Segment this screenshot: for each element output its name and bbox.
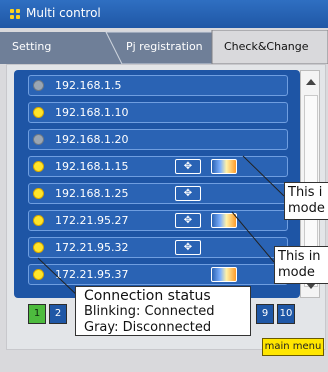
tab-setting[interactable]: Setting [0, 30, 112, 64]
page-button-10[interactable]: 10 [277, 304, 295, 324]
projector-ip-address: 172.21.95.27 [55, 214, 129, 227]
window-title: Multi control [26, 6, 101, 20]
mode-indicator-icon[interactable] [211, 159, 237, 174]
connection-status-icon [33, 188, 44, 199]
connection-status-icon [33, 161, 44, 172]
callout-status-heading: Connection status [84, 288, 211, 304]
mode-indicator-icon[interactable] [211, 267, 237, 282]
projector-ip-address: 172.21.95.32 [55, 241, 129, 254]
main-menu-button[interactable]: main menu [262, 338, 324, 356]
move-icon[interactable]: ✥ [175, 186, 201, 201]
tab-check-change[interactable]: Check&Change [212, 30, 328, 64]
connection-status-icon [33, 242, 44, 253]
callout-status-line1: Blinking: Connected [84, 304, 215, 319]
page-button-1[interactable]: 1 [28, 304, 46, 324]
callout-mode-input: This in mode [274, 246, 328, 284]
connection-status-icon [33, 80, 44, 91]
projector-row[interactable]: 192.168.1.25 ✥ [28, 183, 288, 204]
callout-status-line2: Gray: Disconnected [84, 320, 212, 335]
page-button-9[interactable]: 9 [256, 304, 274, 324]
tab-check-change-label: Check&Change [224, 40, 309, 53]
projector-row[interactable]: 192.168.1.15 ✥ [28, 156, 288, 177]
callout-mode-display-line2: mode [288, 201, 325, 216]
connection-status-icon [33, 134, 44, 145]
callout-mode-display-line1: This i [288, 185, 323, 200]
callout-mode-display: This i mode [284, 182, 328, 220]
projector-row[interactable]: 192.168.1.5 [28, 75, 288, 96]
projector-row[interactable]: 172.21.95.32 ✥ [28, 237, 288, 258]
projector-row[interactable]: 172.21.95.27 ✥ [28, 210, 288, 231]
tab-setting-label: Setting [12, 40, 52, 53]
projector-ip-address: 192.168.1.25 [55, 187, 129, 200]
callout-mode-input-line1: This in [278, 249, 321, 264]
projector-row[interactable]: 172.21.95.37 [28, 264, 288, 285]
tab-pj-registration-label: Pj registration [126, 40, 203, 53]
grid-icon [10, 9, 20, 19]
tab-bar: Setting Pj registration Check&Change [0, 30, 328, 64]
projector-row[interactable]: 192.168.1.20 [28, 129, 288, 150]
projector-ip-address: 192.168.1.10 [55, 106, 129, 119]
tab-pj-registration[interactable]: Pj registration [122, 30, 212, 64]
scroll-up-icon[interactable] [306, 79, 316, 85]
mode-indicator-icon[interactable] [211, 213, 237, 228]
projector-row[interactable]: 192.168.1.10 [28, 102, 288, 123]
title-bar: Multi control [0, 0, 328, 28]
projector-ip-address: 192.168.1.20 [55, 133, 129, 146]
projector-ip-address: 192.168.1.15 [55, 160, 129, 173]
callout-mode-input-line2: mode [278, 265, 315, 280]
callout-connection-status: Connection status Blinking: Connected Gr… [75, 286, 251, 336]
connection-status-icon [33, 215, 44, 226]
connection-status-icon [33, 107, 44, 118]
projector-ip-address: 172.21.95.37 [55, 268, 129, 281]
connection-status-icon [33, 269, 44, 280]
move-icon[interactable]: ✥ [175, 240, 201, 255]
move-icon[interactable]: ✥ [175, 159, 201, 174]
projector-ip-address: 192.168.1.5 [55, 79, 122, 92]
move-icon[interactable]: ✥ [175, 213, 201, 228]
page-button-2[interactable]: 2 [49, 304, 67, 324]
